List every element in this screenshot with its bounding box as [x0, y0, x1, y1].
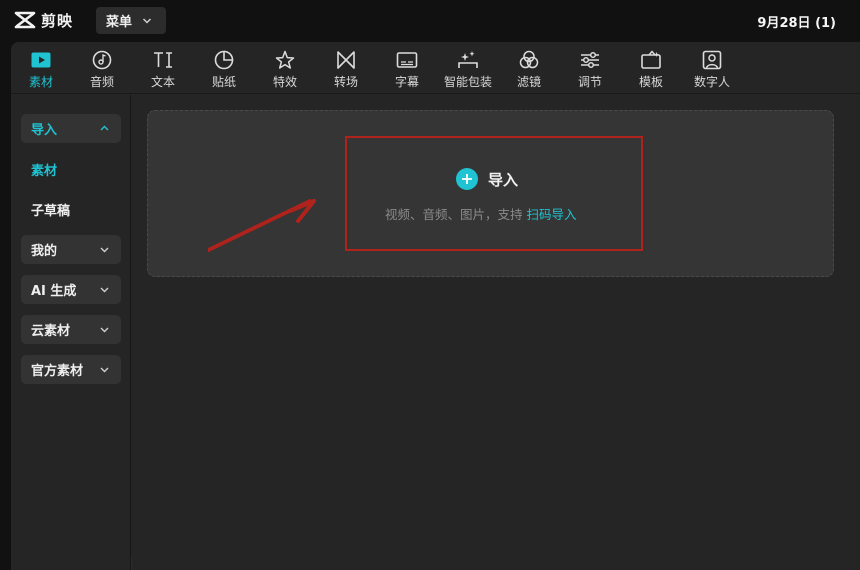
sidebar-item-mine[interactable]: 我的 [21, 235, 121, 264]
import-button[interactable]: 导入 [456, 168, 518, 190]
menu-button[interactable]: 菜单 [96, 7, 166, 34]
tab-subtitle[interactable]: 字幕 [377, 49, 437, 93]
chevron-down-icon [100, 247, 109, 253]
sidebar-item-cloud-media[interactable]: 云素材 [21, 315, 121, 344]
chevron-down-icon [100, 287, 109, 293]
capcut-logo-icon [14, 11, 36, 29]
tab-label: 贴纸 [211, 75, 236, 89]
project-title[interactable]: 9月28日 (1) [757, 12, 836, 31]
tab-template[interactable]: 模板 [621, 49, 681, 93]
sidebar-item-label: 子草稿 [31, 204, 71, 219]
media-play-icon [31, 52, 51, 68]
sidebar-item-label: 我的 [31, 244, 58, 259]
app-logo: 剪映 [14, 9, 73, 31]
sidebar-item-official-media[interactable]: 官方素材 [21, 355, 121, 384]
media-panel: 素材 音频 文本 贴纸 特效 转场 字幕 智能包装 滤镜 调节 模板 数字人 导… [11, 42, 860, 570]
sidebar-item-label: 素材 [31, 164, 58, 179]
tab-label: 模板 [638, 75, 663, 89]
tab-label: 特效 [272, 75, 297, 89]
tab-filter[interactable]: 滤镜 [499, 49, 559, 93]
chevron-up-icon [100, 125, 109, 131]
sparkle-star-icon [275, 50, 295, 69]
tab-label: 素材 [28, 75, 53, 89]
tab-text[interactable]: 文本 [133, 49, 193, 93]
sidebar-item-subdraft[interactable]: 子草稿 [21, 195, 121, 224]
media-content-area: 导入 视频、音频、图片，支持 扫码导入 [132, 95, 860, 570]
text-icon [154, 52, 172, 68]
sticker-icon [214, 50, 234, 70]
chevron-down-icon [142, 17, 152, 24]
smart-package-icon [458, 51, 478, 68]
tab-adjust[interactable]: 调节 [560, 49, 620, 93]
template-icon [641, 50, 661, 69]
sidebar-item-label: AI 生成 [31, 284, 77, 299]
filter-circles-icon [519, 50, 539, 69]
sidebar-item-label: 导入 [31, 123, 58, 138]
subtitle-keyboard-icon [396, 52, 418, 68]
app-logo-text: 剪映 [41, 11, 74, 30]
tab-effects[interactable]: 特效 [255, 49, 315, 93]
tab-media[interactable]: 素材 [11, 49, 71, 93]
sidebar-item-import[interactable]: 导入 [21, 114, 121, 143]
music-disc-icon [92, 50, 112, 70]
annotation-highlight-box [345, 136, 643, 251]
chevron-down-icon [100, 367, 109, 373]
tab-digital-human[interactable]: 数字人 [682, 49, 742, 93]
import-label: 导入 [488, 170, 519, 189]
title-bar: 剪映 菜单 9月28日 (1) [0, 0, 860, 42]
tab-audio[interactable]: 音频 [72, 49, 132, 93]
import-hint: 视频、音频、图片，支持 扫码导入 [385, 204, 577, 223]
digital-human-icon [702, 50, 722, 70]
scan-import-link[interactable]: 扫码导入 [526, 207, 576, 222]
import-hint-text: 视频、音频、图片，支持 [385, 207, 527, 222]
chevron-down-icon [100, 327, 109, 333]
import-drop-zone[interactable]: 导入 视频、音频、图片，支持 扫码导入 [147, 110, 834, 277]
tab-sticker[interactable]: 贴纸 [194, 49, 254, 93]
tab-label: 智能包装 [443, 75, 492, 89]
sidebar-item-media[interactable]: 素材 [21, 155, 121, 184]
tab-label: 转场 [333, 75, 358, 89]
tab-label: 调节 [577, 75, 602, 89]
sidebar-item-label: 官方素材 [31, 364, 84, 379]
tab-transition[interactable]: 转场 [316, 49, 376, 93]
tool-tabs: 素材 音频 文本 贴纸 特效 转场 字幕 智能包装 滤镜 调节 模板 数字人 [11, 42, 860, 94]
app-window: 剪映 菜单 9月28日 (1) 素材 音频 文本 贴纸 特效 转场 字幕 智能包… [0, 0, 860, 570]
plus-icon [456, 168, 478, 190]
tab-smart-package[interactable]: 智能包装 [438, 49, 498, 93]
media-sidebar: 导入 素材 子草稿 我的 AI 生成 云素材 官方素材 [11, 95, 131, 570]
tab-label: 音频 [89, 75, 114, 89]
menu-button-label: 菜单 [106, 15, 133, 30]
transition-bowtie-icon [337, 51, 355, 69]
tab-label: 字幕 [394, 75, 419, 89]
sidebar-item-ai-generate[interactable]: AI 生成 [21, 275, 121, 304]
tab-label: 文本 [150, 75, 175, 89]
tab-label: 滤镜 [516, 75, 541, 89]
sidebar-item-label: 云素材 [31, 324, 71, 339]
sliders-icon [581, 51, 599, 69]
tab-label: 数字人 [693, 75, 730, 89]
annotation-arrow-icon [208, 199, 316, 253]
